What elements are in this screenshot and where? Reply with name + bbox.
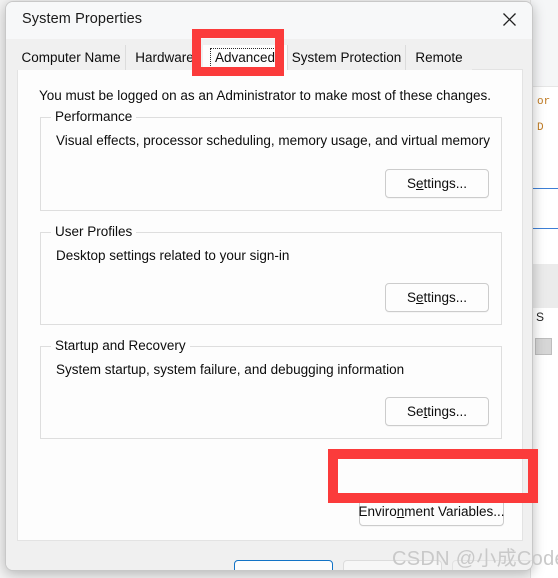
background-window-rule-2 xyxy=(533,228,558,229)
group-user-profiles: User Profiles Desktop settings related t… xyxy=(40,224,502,325)
dialog-body: You must be logged on as an Administrato… xyxy=(6,39,532,570)
background-window-text-3: S xyxy=(536,310,545,324)
group-user-profiles-title: User Profiles xyxy=(51,224,137,239)
ok-button-label: OK xyxy=(274,568,294,570)
tab-system-protection[interactable]: System Protection xyxy=(287,45,405,70)
environment-variables-label: Environment Variables... xyxy=(358,504,505,519)
group-performance: Performance Visual effects, processor sc… xyxy=(40,109,502,211)
user-profiles-settings-label: Settings... xyxy=(406,290,468,305)
csdn-watermark: CSDN @小成Coder xyxy=(392,548,558,570)
tab-advanced[interactable]: Advanced xyxy=(203,45,287,70)
background-window-icon xyxy=(535,338,552,355)
tab-panel-advanced: You must be logged on as an Administrato… xyxy=(17,69,523,541)
group-performance-title: Performance xyxy=(51,109,137,124)
environment-variables-button[interactable]: Environment Variables... xyxy=(358,497,505,526)
close-icon[interactable] xyxy=(486,2,532,36)
background-window-text-1: or xyxy=(537,96,551,108)
background-window-band xyxy=(531,264,558,308)
tab-computer-name-label: Computer Name xyxy=(21,50,121,65)
performance-settings-button[interactable]: Settings... xyxy=(385,169,489,198)
tab-hardware[interactable]: Hardware xyxy=(125,45,203,70)
user-profiles-settings-button[interactable]: Settings... xyxy=(385,283,489,312)
desktop-background: or D S System Properties You must be log… xyxy=(0,0,558,578)
admin-notice-text: You must be logged on as an Administrato… xyxy=(39,88,492,103)
performance-settings-label: Settings... xyxy=(406,176,468,191)
group-startup-recovery: Startup and Recovery System startup, sys… xyxy=(40,338,502,439)
group-startup-recovery-description: System startup, system failure, and debu… xyxy=(56,362,405,377)
tab-system-protection-label: System Protection xyxy=(291,50,402,65)
dialog-titlebar[interactable]: System Properties xyxy=(6,2,532,39)
dialog-title: System Properties xyxy=(22,11,143,27)
background-window-text-2: D xyxy=(537,122,544,134)
tab-strip: Computer Name Hardware Advanced System P… xyxy=(17,45,523,70)
system-properties-dialog: System Properties You must be logged on … xyxy=(5,1,533,571)
tab-remote-label: Remote xyxy=(415,50,463,65)
tab-computer-name[interactable]: Computer Name xyxy=(17,45,125,70)
tab-advanced-label: Advanced xyxy=(209,47,281,68)
background-window-chrome xyxy=(531,0,558,87)
tab-hardware-label: Hardware xyxy=(135,50,194,65)
ok-button[interactable]: OK xyxy=(234,560,333,570)
background-window-sliver[interactable]: or D S xyxy=(530,0,558,578)
background-window-rule-1 xyxy=(533,188,558,189)
startup-recovery-settings-label: Settings... xyxy=(406,404,468,419)
group-performance-description: Visual effects, processor scheduling, me… xyxy=(56,133,490,148)
group-user-profiles-description: Desktop settings related to your sign-in xyxy=(56,248,290,263)
group-startup-recovery-title: Startup and Recovery xyxy=(51,338,190,353)
startup-recovery-settings-button[interactable]: Settings... xyxy=(385,397,489,426)
tab-remote[interactable]: Remote xyxy=(405,45,472,70)
